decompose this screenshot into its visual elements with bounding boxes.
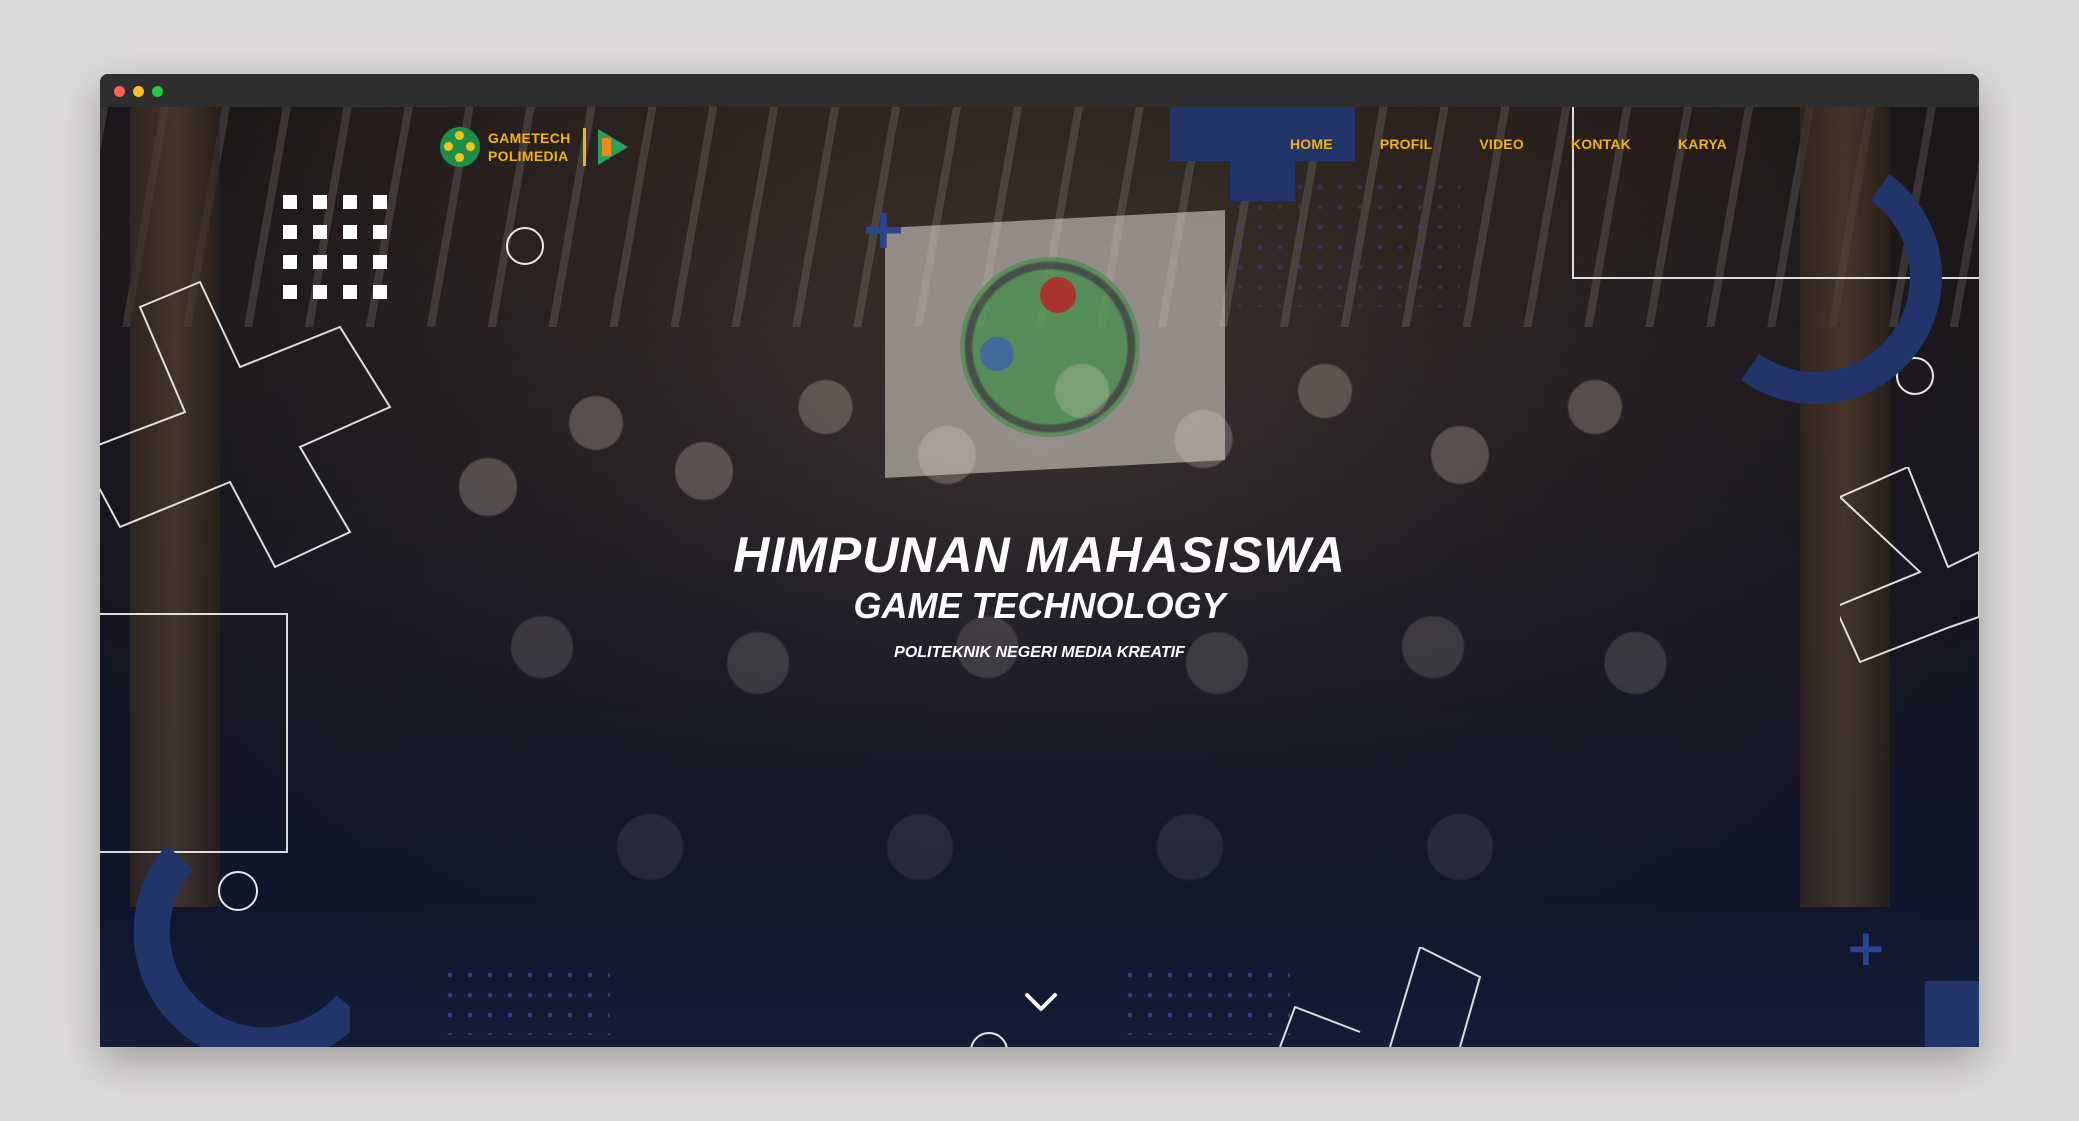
logo-line-2: POLIMEDIA [488, 148, 569, 164]
plus-decoration: + [860, 197, 907, 262]
ring-decoration [506, 227, 544, 265]
nav-kontak[interactable]: KONTAK [1571, 136, 1631, 152]
chevron-down-icon[interactable] [1021, 987, 1061, 1017]
hero-section: + + GAMETECH POLIMEDIA HOME PROFIL VIDEO [100, 107, 1979, 1047]
gamepad-logo-icon [440, 127, 480, 167]
window-titlebar [100, 74, 1979, 107]
hero-title-line-2: GAME TECHNOLOGY [853, 585, 1226, 626]
logo-line-1: GAMETECH [488, 130, 571, 146]
navy-block-decoration [1925, 981, 1979, 1047]
hero-subtitle: POLITEKNIK NEGERI MEDIA KREATIF [894, 644, 1185, 661]
logo-separator [582, 128, 586, 166]
site-logo[interactable]: GAMETECH POLIMEDIA [440, 127, 628, 167]
nav-karya[interactable]: KARYA [1678, 136, 1727, 152]
maximize-window-button[interactable] [152, 86, 163, 97]
minimize-window-button[interactable] [133, 86, 144, 97]
nav-home[interactable]: HOME [1290, 136, 1333, 152]
browser-window: + + GAMETECH POLIMEDIA HOME PROFIL VIDEO [100, 74, 1979, 1047]
nav-profil[interactable]: PROFIL [1380, 136, 1433, 152]
nav-video[interactable]: VIDEO [1479, 136, 1524, 152]
close-window-button[interactable] [114, 86, 125, 97]
dot-pattern-decoration [440, 965, 610, 1035]
dot-pattern-decoration [1120, 965, 1290, 1035]
main-navigation: HOME PROFIL VIDEO KONTAK KARYA [1170, 107, 1727, 201]
logo-text: GAMETECH POLIMEDIA [488, 129, 571, 165]
play-logo-icon [597, 129, 628, 165]
navy-arc-decoration [133, 845, 350, 1047]
hero-title: HIMPUNAN MAHASISWA GAME TECHNOLOGY [100, 527, 1979, 629]
nav-accent-block [1230, 161, 1295, 201]
navy-arc-decoration [1740, 174, 1943, 405]
hero-title-line-1: HIMPUNAN MAHASISWA [733, 527, 1346, 583]
plus-decoration: + [1845, 919, 1887, 977]
